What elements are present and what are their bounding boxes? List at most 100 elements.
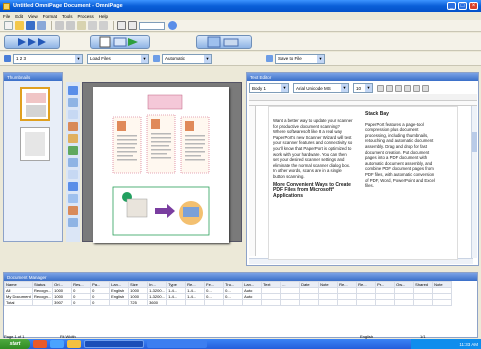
font-dropdown[interactable]: Arial Unicode MS ▼: [293, 83, 349, 93]
table-cell: 725: [128, 299, 149, 306]
select-tool-icon[interactable]: [68, 86, 78, 95]
split-zone-icon[interactable]: [68, 194, 78, 203]
table-cell: [166, 299, 187, 306]
table-cell: 3600: [147, 299, 168, 306]
right-heading: Stack Bay: [365, 111, 389, 117]
mode-icon: [153, 55, 160, 62]
table-cell: 3907: [52, 299, 73, 306]
export-button[interactable]: [196, 34, 252, 49]
table-row[interactable]: Total 3907 0 0 725 3600: [4, 299, 453, 306]
rotate-icon[interactable]: [68, 158, 78, 167]
properties-icon[interactable]: [68, 218, 78, 227]
taskbar-window-button[interactable]: [84, 340, 144, 348]
deskew-icon[interactable]: [68, 170, 78, 179]
pan-tool-icon[interactable]: [68, 110, 78, 119]
export-icon: [207, 36, 239, 47]
table-cell: My Document: [4, 293, 33, 300]
scanned-page-image[interactable]: [93, 87, 229, 243]
paste-icon[interactable]: [77, 21, 86, 30]
new-icon[interactable]: [4, 21, 13, 30]
zoom-tool-icon[interactable]: [68, 98, 78, 107]
start-button[interactable]: start: [0, 339, 30, 349]
text-zone-icon[interactable]: [68, 122, 78, 131]
mode-dropdown[interactable]: Automatic ▼: [162, 53, 212, 64]
table-cell: 1-3200...: [147, 293, 168, 300]
menu-bar: File Edit View Format Tools Process Help: [0, 12, 481, 20]
scanned-page-graphic: [112, 94, 210, 236]
undo-icon[interactable]: [88, 21, 97, 30]
cut-icon[interactable]: [55, 21, 64, 30]
page-icon: [4, 55, 11, 62]
table-cell: [356, 299, 377, 306]
copy-icon[interactable]: [66, 21, 75, 30]
close-button[interactable]: ×: [469, 2, 478, 10]
title-bar: Untitled OmniPage Document - OmniPage _ …: [0, 0, 481, 12]
left-column: Want a better way to update your scanner…: [273, 118, 353, 199]
table-cell: [318, 299, 339, 306]
size-dropdown[interactable]: 10 ▼: [353, 83, 373, 93]
vertical-ruler: [249, 106, 256, 256]
table-cell: 0: [90, 299, 111, 306]
graphic-zone-icon[interactable]: [68, 146, 78, 155]
menu-edit[interactable]: Edit: [15, 14, 23, 19]
layout-icon[interactable]: [128, 21, 137, 30]
help-icon[interactable]: [168, 21, 177, 30]
left-heading: More Convenient Ways to Create PDF Files…: [273, 181, 351, 199]
list-icon[interactable]: [413, 84, 420, 92]
print-icon[interactable]: [37, 21, 46, 30]
menu-tools[interactable]: Tools: [62, 14, 73, 19]
table-cell: [31, 299, 54, 306]
grid-title: Document Manager: [4, 273, 477, 281]
view-icon[interactable]: [117, 21, 126, 30]
taskbar-app-icon[interactable]: [33, 340, 47, 348]
right-paragraph: PaperPort features a page-tool compressi…: [365, 121, 435, 189]
ocr-button[interactable]: [90, 34, 150, 49]
table-cell: Recogn...: [31, 287, 54, 294]
save-icon[interactable]: [26, 21, 35, 30]
open-icon[interactable]: [15, 21, 24, 30]
windows-taskbar: start 11:33 AM: [0, 339, 481, 349]
format-toolbar: Body 1 ▼ Arial Unicode MS ▼ 10 ▼: [249, 83, 477, 93]
indent-icon[interactable]: [422, 84, 429, 92]
system-tray: 11:33 AM: [411, 339, 481, 349]
table-cell: Total: [4, 299, 33, 306]
source-dropdown[interactable]: Load Files ▼: [87, 53, 149, 64]
menu-format[interactable]: Format: [43, 14, 57, 19]
scan-button[interactable]: [4, 34, 60, 49]
menu-help[interactable]: Help: [99, 14, 108, 19]
menu-process[interactable]: Process: [78, 14, 94, 19]
style-dropdown[interactable]: Body 1 ▼: [249, 83, 289, 93]
document-manager-panel: Document Manager Name Status Ori... Res... P…: [3, 272, 478, 338]
redo-icon[interactable]: [99, 21, 108, 30]
scroll-thumb[interactable]: [472, 132, 477, 152]
thumbnail-page-2[interactable]: [20, 127, 50, 161]
thumbnail-pane: Thumbnails: [3, 72, 63, 242]
taskbar-browser-icon[interactable]: [50, 340, 64, 348]
menu-view[interactable]: View: [28, 14, 38, 19]
document-table: Name Status Ori... Res... Pa... Lan... Size In.…: [4, 281, 453, 306]
minimize-button[interactable]: _: [447, 2, 456, 10]
forward-arrows-icon: [18, 37, 46, 46]
align-icon[interactable]: [404, 84, 411, 92]
zoom-field[interactable]: [139, 21, 165, 30]
vertical-scrollbar[interactable]: [471, 106, 477, 258]
ocr-icon: [99, 36, 138, 47]
italic-icon[interactable]: [386, 84, 393, 92]
table-cell: [204, 299, 225, 306]
maximize-button[interactable]: □: [458, 2, 467, 10]
thumbnail-page-1[interactable]: [20, 87, 50, 121]
delete-zone-icon[interactable]: [68, 206, 78, 215]
export-target-icon: [266, 55, 273, 62]
table-cell: [394, 299, 415, 306]
merge-zone-icon[interactable]: [68, 182, 78, 191]
taskbar-folder-icon[interactable]: [67, 340, 81, 348]
pages-dropdown[interactable]: 1 2 3 ▼: [13, 53, 83, 64]
taskbar-window-button-2[interactable]: [147, 340, 207, 348]
underline-icon[interactable]: [395, 84, 402, 92]
table-cell: 0: [71, 299, 92, 306]
standard-toolbar: [0, 20, 481, 32]
bold-icon[interactable]: [377, 84, 384, 92]
menu-file[interactable]: File: [3, 14, 10, 19]
table-zone-icon[interactable]: [68, 134, 78, 143]
export-dropdown[interactable]: Save to File ▼: [275, 53, 325, 64]
